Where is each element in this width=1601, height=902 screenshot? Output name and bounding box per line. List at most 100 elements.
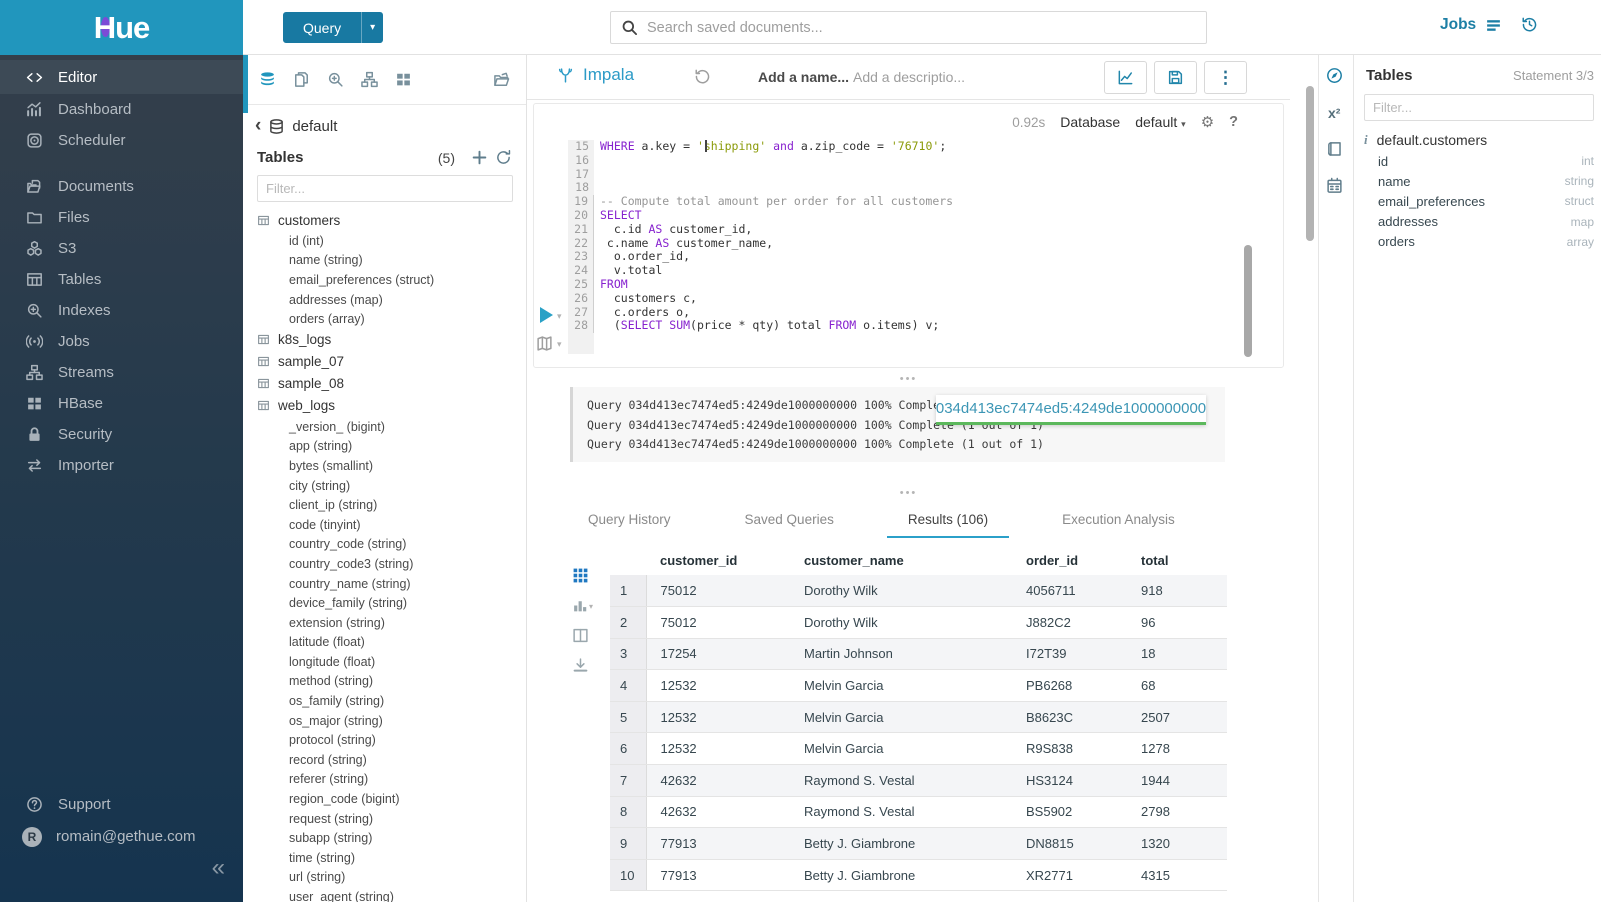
tree-column[interactable]: record (string) [243, 750, 526, 770]
assist-active-table[interactable]: i default.customers [1364, 132, 1601, 148]
tree-column[interactable]: app (string) [243, 437, 526, 457]
tree-column[interactable]: request (string) [243, 809, 526, 829]
query-history-icon[interactable] [694, 68, 711, 85]
jobs-link[interactable]: Jobs [1440, 16, 1502, 34]
x-squared-icon[interactable]: x² [1328, 105, 1340, 121]
help-question-icon[interactable]: ? [1229, 114, 1238, 130]
table-row[interactable]: 842632Raymond S. VestalBS59022798 [610, 796, 1227, 828]
more-actions-button[interactable]: ⋮ [1204, 61, 1247, 94]
info-icon[interactable]: i [1364, 132, 1368, 148]
hue-logo[interactable]: Hue [0, 0, 243, 55]
table-row[interactable]: 742632Raymond S. VestalHS31241944 [610, 765, 1227, 797]
query-id-overlay[interactable]: 034d413ec7474ed5:4249de1000000000 [936, 395, 1206, 425]
query-button[interactable]: Query ▾ [283, 12, 383, 43]
tree-column[interactable]: country_code (string) [243, 535, 526, 555]
editor-scrollbar[interactable] [1244, 245, 1252, 357]
execute-button[interactable] [540, 307, 553, 323]
tree-column[interactable]: extension (string) [243, 613, 526, 633]
table-row[interactable]: 175012Dorothy Wilk4056711918 [610, 575, 1227, 607]
database-select[interactable]: default ▾ [1135, 114, 1185, 130]
tab-saved-queries[interactable]: Saved Queries [724, 503, 855, 538]
support-link[interactable]: Support [0, 789, 243, 820]
sidebar-item-security[interactable]: Security [0, 419, 243, 450]
database-icon[interactable] [259, 71, 276, 88]
tree-column[interactable]: orders (array) [243, 309, 526, 329]
collapse-sidebar-button[interactable]: « [212, 856, 225, 880]
tree-column[interactable]: os_family (string) [243, 691, 526, 711]
table-row[interactable]: 412532Melvin GarciaPB626868 [610, 670, 1227, 702]
add-table-icon[interactable] [471, 149, 488, 166]
sidebar-item-jobs[interactable]: Jobs [0, 326, 243, 357]
tree-column[interactable]: country_code3 (string) [243, 554, 526, 574]
tree-column[interactable]: protocol (string) [243, 730, 526, 750]
search-input[interactable] [647, 20, 1196, 36]
execute-options-caret[interactable]: ▾ [557, 311, 562, 322]
tree-table-sample_07[interactable]: sample_07 [243, 351, 526, 373]
table-row[interactable]: 317254Martin JohnsonI72T3918 [610, 638, 1227, 670]
assist-column-orders[interactable]: ordersarray [1378, 232, 1594, 252]
copy-docs-icon[interactable] [293, 71, 310, 88]
tree-column[interactable]: id (int) [243, 231, 526, 251]
results-header-customer_name[interactable]: customer_name [790, 545, 1012, 575]
tree-column[interactable]: client_ip (string) [243, 495, 526, 515]
table-row[interactable]: 612532Melvin GarciaR9S8381278 [610, 733, 1227, 765]
tree-column[interactable]: country_name (string) [243, 574, 526, 594]
tree-column[interactable]: latitude (float) [243, 633, 526, 653]
tree-column[interactable]: subapp (string) [243, 828, 526, 848]
tree-column[interactable]: time (string) [243, 848, 526, 868]
query-name-field[interactable]: Add a name... [758, 69, 849, 85]
folder-open-icon[interactable] [493, 71, 510, 88]
tree-column[interactable]: email_preferences (struct) [243, 270, 526, 290]
query-description-field[interactable]: Add a descriptio... [853, 69, 965, 85]
tree-column[interactable]: name (string) [243, 251, 526, 271]
assist-column-id[interactable]: idint [1378, 151, 1594, 171]
tree-column[interactable]: url (string) [243, 868, 526, 888]
grid-icon[interactable] [395, 71, 412, 88]
calendar-icon[interactable] [1326, 177, 1343, 194]
tab-results-106-[interactable]: Results (106) [887, 503, 1009, 538]
tab-query-history[interactable]: Query History [567, 503, 692, 538]
presentation-mode-icon[interactable] [536, 335, 553, 352]
sql-editor[interactable]: 15WHERE a.key = 'shipping' and a.zip_cod… [568, 140, 1248, 333]
tree-table-sample_08[interactable]: sample_08 [243, 373, 526, 395]
history-icon[interactable] [1521, 16, 1538, 33]
user-menu[interactable]: R romain@gethue.com [0, 821, 243, 852]
tree-column[interactable]: city (string) [243, 476, 526, 496]
tree-column[interactable]: user_agent (string) [243, 887, 526, 902]
assist-column-email_preferences[interactable]: email_preferencesstruct [1378, 191, 1594, 211]
results-header-order_id[interactable]: order_id [1012, 545, 1127, 575]
sidebar-item-tables[interactable]: Tables [0, 264, 243, 295]
assist-column-addresses[interactable]: addressesmap [1378, 212, 1594, 232]
engine-selector[interactable]: Impala [557, 65, 634, 85]
resize-handle-bottom[interactable]: ••• [527, 489, 1290, 497]
settings-gear-icon[interactable]: ⚙ [1201, 113, 1214, 131]
presentation-options-caret[interactable]: ▾ [557, 339, 562, 350]
save-button[interactable] [1154, 61, 1197, 94]
sidebar-item-streams[interactable]: Streams [0, 357, 243, 388]
assist-filter-input[interactable] [1364, 94, 1594, 121]
tree-column[interactable]: _version_ (bigint) [243, 417, 526, 437]
tree-column[interactable]: os_major (string) [243, 711, 526, 731]
table-row[interactable]: 1077913Betty J. GiambroneXR27714315 [610, 859, 1227, 891]
compass-icon[interactable] [1326, 67, 1343, 84]
table-row[interactable]: 275012Dorothy WilkJ882C296 [610, 607, 1227, 639]
zoom-in-icon[interactable] [327, 71, 344, 88]
tree-column[interactable]: addresses (map) [243, 290, 526, 310]
tables-filter-input[interactable] [257, 175, 513, 202]
query-dropdown-caret[interactable]: ▾ [361, 12, 383, 43]
sidebar-item-hbase[interactable]: HBase [0, 388, 243, 419]
breadcrumb-database[interactable]: default [292, 118, 337, 135]
tree-column[interactable]: device_family (string) [243, 593, 526, 613]
sidebar-item-editor[interactable]: Editor [0, 60, 243, 94]
table-row[interactable]: 512532Melvin GarciaB8623C2507 [610, 701, 1227, 733]
table-row[interactable]: 977913Betty J. GiambroneDN88151320 [610, 828, 1227, 860]
tree-column[interactable]: method (string) [243, 672, 526, 692]
sitemap-icon[interactable] [361, 71, 378, 88]
tree-column[interactable]: bytes (smallint) [243, 456, 526, 476]
grid-view-icon[interactable] [572, 567, 589, 584]
book-icon[interactable] [1326, 141, 1343, 158]
tab-execution-analysis[interactable]: Execution Analysis [1041, 503, 1196, 538]
page-scrollbar[interactable] [1306, 86, 1314, 241]
tree-column[interactable]: code (tinyint) [243, 515, 526, 535]
sidebar-item-dashboard[interactable]: Dashboard [0, 94, 243, 125]
